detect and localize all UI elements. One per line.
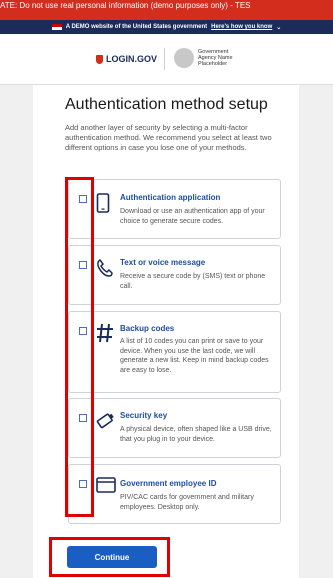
checkbox-column-highlight (65, 177, 94, 517)
option-description: PIV/CAC cards for government and militar… (120, 494, 254, 511)
chevron-down-icon: ⌄ (276, 24, 282, 31)
demo-warning-text: ATE: Do not use real personal informatio… (0, 1, 251, 10)
key-icon (96, 413, 114, 429)
hashtag-icon (97, 323, 113, 343)
option-description: A list of 10 codes you can print or save… (120, 338, 269, 374)
header-divider (164, 48, 165, 70)
page-intro: Add another layer of security by selecti… (65, 123, 272, 152)
us-flag-icon (51, 24, 62, 30)
option-title: Authentication application (120, 193, 221, 202)
demo-warning-banner: ATE: Do not use real personal informatio… (0, 0, 333, 20)
agency-name: Government Agency Name Placeholder (198, 49, 233, 67)
option-description: Download or use an authentication app of… (120, 208, 265, 225)
telephone-icon (97, 259, 113, 277)
id-card-icon (96, 477, 116, 493)
phone-icon (96, 193, 110, 213)
option-description: A physical device, often shaped like a U… (120, 426, 272, 443)
option-title: Backup codes (120, 324, 175, 333)
option-title: Security key (120, 411, 168, 420)
option-authentication-app[interactable]: Authentication application Download or u… (68, 179, 281, 239)
agency-seal-icon (174, 48, 194, 68)
option-backup-codes[interactable]: Backup codes A list of 10 codes you can … (68, 311, 281, 393)
logo-text: LOGIN.GOV (106, 54, 158, 64)
option-title: Text or voice message (120, 258, 206, 267)
option-description: Receive a secure code by (SMS) text or p… (120, 273, 266, 290)
option-text-voice[interactable]: Text or voice message Receive a secure c… (68, 245, 281, 305)
login-gov-logo[interactable]: LOGIN.GOV (96, 54, 157, 64)
gov-banner-text: A DEMO website of the United States gove… (65, 24, 208, 30)
option-title: Government employee ID (120, 479, 217, 488)
continue-button-highlight (49, 537, 170, 577)
page-title: Authentication method setup (65, 96, 268, 113)
site-header: LOGIN.GOV Government Agency Name Placeho… (0, 34, 333, 85)
option-security-key[interactable]: Security key A physical device, often sh… (68, 398, 281, 458)
shield-icon (96, 54, 103, 64)
option-government-employee-id[interactable]: Government employee ID PIV/CAC cards for… (68, 464, 281, 524)
gov-banner: A DEMO website of the United States gove… (0, 20, 333, 34)
heres-how-you-know-link[interactable]: Here's how you know (211, 24, 272, 30)
